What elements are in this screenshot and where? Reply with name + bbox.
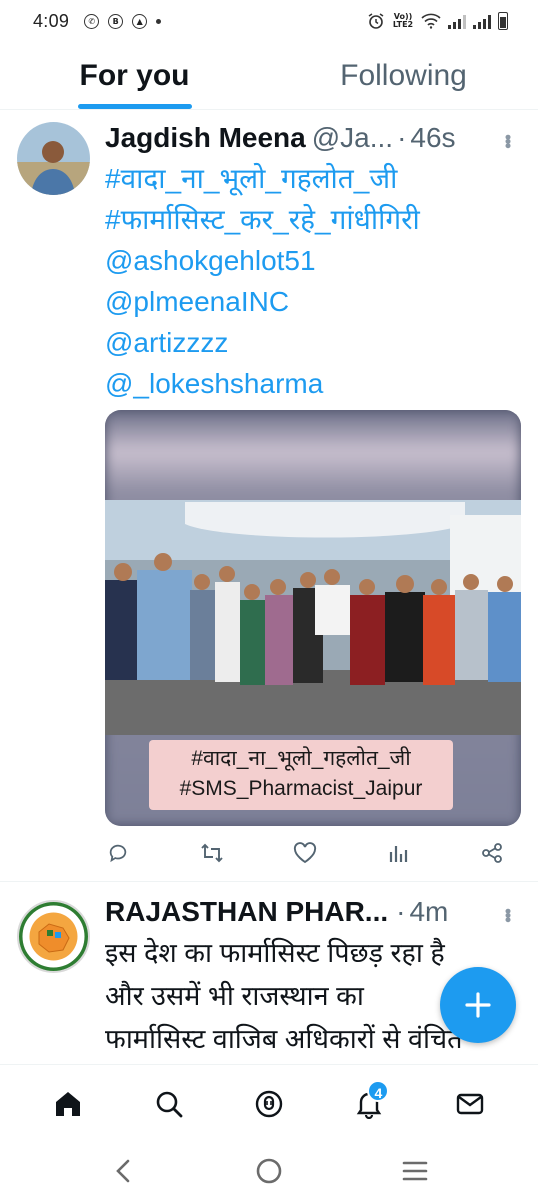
tweet-text: #वादा_ना_भूलो_गहलोत_जी #फार्मासिस्ट_कर_र… bbox=[105, 158, 520, 404]
author-name[interactable]: Jagdish Meena bbox=[105, 122, 306, 154]
system-home-button[interactable] bbox=[244, 1146, 294, 1196]
like-icon[interactable] bbox=[292, 840, 318, 866]
tweet-header: Jagdish Meena @Ja... · 46s ••• bbox=[105, 122, 518, 154]
status-time: 4:09 bbox=[33, 10, 70, 31]
whatsapp-business-icon: B bbox=[108, 13, 124, 29]
tweet-text-line: इस देश का फार्मासिस्ट पिछड़ रहा है bbox=[105, 938, 445, 968]
whatsapp-icon: ✆ bbox=[84, 13, 100, 29]
battery-icon bbox=[498, 12, 508, 30]
tweet-actions bbox=[105, 838, 505, 868]
mention-link[interactable]: @artizzzz bbox=[105, 322, 520, 363]
system-nav bbox=[0, 1142, 538, 1200]
hashtag-link[interactable]: #फार्मासिस्ट_कर_रहे_गांधीगिरी bbox=[105, 199, 520, 240]
signal-1-icon bbox=[448, 14, 466, 29]
nav-notifications[interactable]: 4 bbox=[339, 1074, 399, 1134]
mention-link[interactable]: @ashokgehlot51 bbox=[105, 240, 520, 281]
separator-dot: · bbox=[396, 896, 406, 927]
home-icon bbox=[56, 1091, 81, 1116]
wifi-icon bbox=[421, 13, 441, 29]
volte-label: Vo)) LTE2 bbox=[392, 12, 414, 29]
avatar[interactable] bbox=[17, 900, 90, 973]
timeline-tabs: For you Following bbox=[0, 42, 538, 110]
messages-icon bbox=[456, 1093, 483, 1114]
more-options-icon[interactable]: ••• bbox=[497, 908, 518, 921]
share-icon[interactable] bbox=[479, 840, 505, 866]
nav-search[interactable] bbox=[139, 1074, 199, 1134]
tweet-time[interactable]: 4m bbox=[409, 896, 448, 928]
mention-link[interactable]: @plmeenaINC bbox=[105, 281, 520, 322]
system-recents-button[interactable] bbox=[390, 1146, 440, 1196]
status-bar: 4:09 ✆ B ▲ Vo)) LTE2 bbox=[0, 0, 538, 42]
hashtag-link[interactable]: #वादा_ना_भूलो_गहलोत_जी bbox=[105, 158, 520, 199]
nav-home[interactable] bbox=[38, 1074, 98, 1134]
bottom-nav: 4 bbox=[0, 1064, 538, 1142]
status-left: 4:09 ✆ B ▲ bbox=[33, 10, 162, 32]
tweet[interactable]: Jagdish Meena @Ja... · 46s ••• #वादा_ना_… bbox=[0, 110, 538, 880]
spaces-icon bbox=[255, 1090, 283, 1117]
nav-messages[interactable] bbox=[440, 1074, 500, 1134]
retweet-icon[interactable] bbox=[199, 840, 225, 866]
search-icon bbox=[156, 1091, 182, 1117]
compose-icon bbox=[465, 992, 491, 1018]
mention-link[interactable]: @_lokeshsharma bbox=[105, 363, 520, 404]
navigation-icon: ▲ bbox=[132, 13, 148, 29]
group-photo bbox=[105, 500, 521, 735]
nav-spaces[interactable] bbox=[239, 1074, 299, 1134]
more-notifications-dot bbox=[156, 18, 162, 24]
tab-for-you-label: For you bbox=[79, 58, 190, 92]
tweet-time[interactable]: 46s bbox=[410, 122, 455, 154]
tab-for-you[interactable]: For you bbox=[0, 42, 269, 109]
home-circle-icon bbox=[256, 1158, 282, 1184]
media-caption-line2: #SMS_Pharmacist_Jaipur bbox=[179, 777, 423, 800]
recents-icon bbox=[402, 1161, 428, 1181]
author-name[interactable]: RAJASTHAN PHAR... bbox=[105, 896, 388, 928]
tab-following[interactable]: Following bbox=[269, 42, 538, 109]
system-back-button[interactable] bbox=[98, 1146, 148, 1196]
notifications-badge: 4 bbox=[367, 1079, 390, 1102]
status-right: Vo)) LTE2 bbox=[367, 12, 508, 30]
more-options-icon[interactable]: ••• bbox=[497, 134, 518, 147]
back-icon bbox=[116, 1159, 130, 1183]
tab-following-label: Following bbox=[340, 58, 467, 92]
author-handle[interactable]: @Ja... bbox=[312, 122, 393, 154]
active-tab-indicator bbox=[77, 104, 192, 109]
media-caption: #वादा_ना_भूलो_गहलोत_जी #SMS_Pharmacist_J… bbox=[149, 740, 453, 810]
signal-2-icon bbox=[473, 14, 491, 29]
separator-dot: · bbox=[397, 122, 407, 153]
media-caption-line1: #वादा_ना_भूलो_गहलोत_जी bbox=[191, 747, 411, 770]
tweet-media-image[interactable]: #वादा_ना_भूलो_गहलोत_जी #SMS_Pharmacist_J… bbox=[105, 410, 521, 826]
views-icon[interactable] bbox=[386, 840, 412, 866]
tweet-header: RAJASTHAN PHAR... · 4m ••• bbox=[105, 896, 518, 928]
compose-button[interactable] bbox=[440, 967, 516, 1043]
reply-icon[interactable] bbox=[105, 840, 131, 866]
alarm-icon bbox=[368, 13, 384, 29]
avatar[interactable] bbox=[17, 122, 90, 195]
